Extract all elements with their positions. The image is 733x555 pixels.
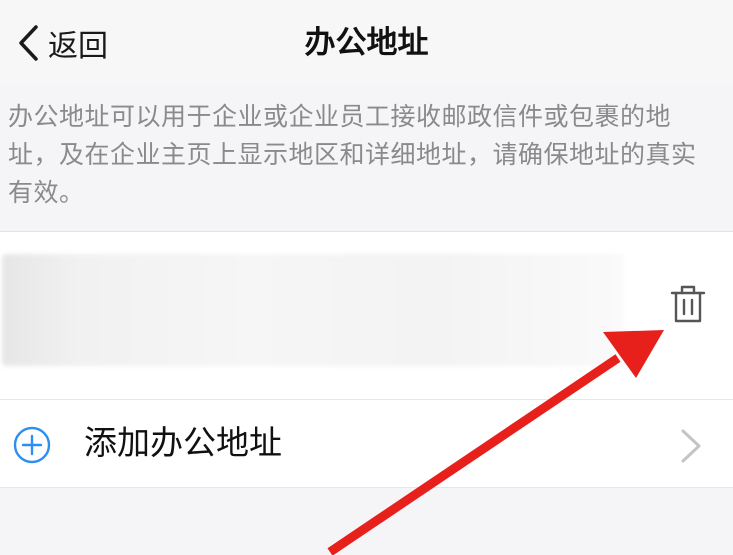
add-address-label: 添加办公地址 bbox=[84, 423, 282, 462]
page-title: 办公地址 bbox=[304, 25, 429, 61]
divider bbox=[0, 487, 733, 488]
add-address-button[interactable]: 添加办公地址 bbox=[0, 400, 733, 487]
trash-icon[interactable] bbox=[668, 282, 708, 326]
nav-bar: 返回 办公地址 bbox=[0, 0, 733, 85]
address-item[interactable] bbox=[0, 232, 733, 399]
description-text: 办公地址可以用于企业或企业员工接收邮政信件或包裹的地址，及在企业主页上显示地区和… bbox=[8, 102, 697, 207]
plus-circle-icon bbox=[13, 426, 51, 464]
chevron-right-icon bbox=[681, 429, 701, 463]
blurred-address-content bbox=[2, 254, 624, 366]
